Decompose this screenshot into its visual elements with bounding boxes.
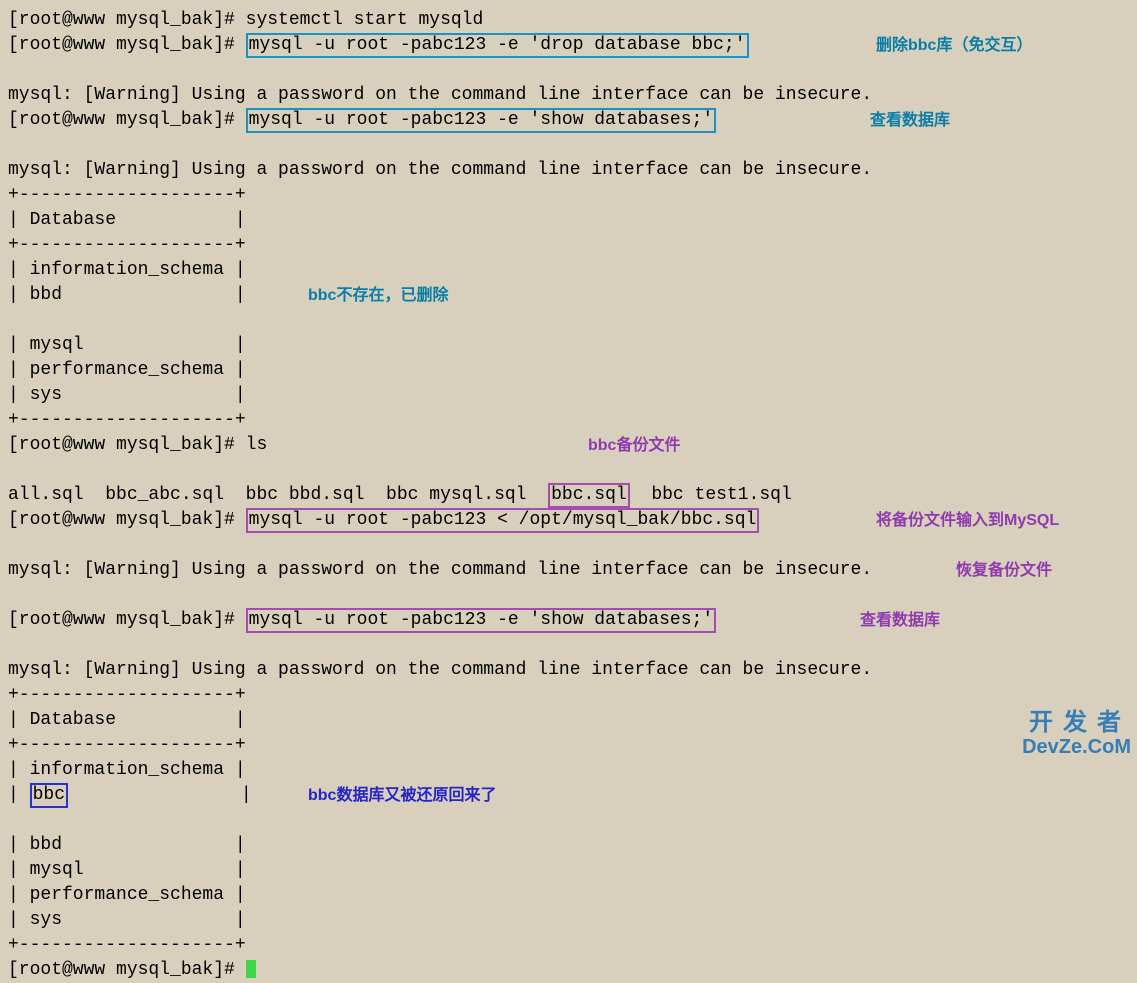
line-1: [root@www mysql_bak]# systemctl start my… — [8, 8, 1129, 33]
ls-output: all.sql bbc_abc.sql bbc bbd.sql bbc mysq… — [8, 483, 1129, 508]
line-4: [root@www mysql_bak]# mysql -u root -pab… — [8, 108, 1129, 158]
db2-row-bbc: | bbc | bbc数据库又被还原回来了 — [8, 783, 1129, 833]
tbl-hdr: | Database | — [8, 208, 1129, 233]
prompt: [root@www mysql_bak]# — [8, 960, 246, 980]
annotation-backup-file: bbc备份文件 — [588, 433, 680, 458]
cmd-show-db2: mysql -u root -pabc123 -e 'show database… — [246, 608, 716, 633]
line-show2: [root@www mysql_bak]# mysql -u root -pab… — [8, 608, 1129, 658]
bbc-sql-file: bbc.sql — [548, 483, 630, 508]
line-3-warning: mysql: [Warning] Using a password on the… — [8, 83, 1129, 108]
db-row-ps: | performance_schema | — [8, 358, 1129, 383]
cmd-drop-db: mysql -u root -pabc123 -e 'drop database… — [246, 33, 749, 58]
line-warn3: mysql: [Warning] Using a password on the… — [8, 658, 1129, 683]
annotation-bbc-restored: bbc数据库又被还原回来了 — [308, 783, 496, 808]
line-restore: [root@www mysql_bak]# mysql -u root -pab… — [8, 508, 1129, 558]
tbl-sep: +--------------------+ — [8, 183, 1129, 208]
cmd-restore: mysql -u root -pabc123 < /opt/mysql_bak/… — [246, 508, 760, 533]
watermark-cn: 开发者 — [1022, 710, 1131, 736]
db-row-is: | information_schema | — [8, 258, 1129, 283]
prompt: [root@www mysql_bak]# — [8, 610, 246, 630]
tbl-sep2: +--------------------+ — [8, 683, 1129, 708]
prompt: [root@www mysql_bak]# — [8, 110, 246, 130]
tbl-sep2: +--------------------+ — [8, 933, 1129, 958]
line-warn2: mysql: [Warning] Using a password on the… — [8, 558, 1129, 608]
prompt: [root@www mysql_bak]# — [8, 510, 246, 530]
prompt: [root@www mysql_bak]# — [8, 435, 246, 455]
db2-row-mysql: | mysql | — [8, 858, 1129, 883]
annotation-bbc-deleted: bbc不存在，已删除 — [308, 283, 448, 308]
warn2-text: mysql: [Warning] Using a password on the… — [8, 560, 872, 580]
db2-row-ps: | performance_schema | — [8, 883, 1129, 908]
ls-out-c: bbc test1.sql — [630, 485, 792, 505]
line-5-warning: mysql: [Warning] Using a password on the… — [8, 158, 1129, 183]
bbc-restored: bbc — [30, 783, 68, 808]
ls-out-a: all.sql bbc_abc.sql bbc bbd.sql bbc mysq… — [8, 485, 548, 505]
line-2: [root@www mysql_bak]# mysql -u root -pab… — [8, 33, 1129, 83]
db2-row-sys: | sys | — [8, 908, 1129, 933]
cmd-show-db: mysql -u root -pabc123 -e 'show database… — [246, 108, 716, 133]
db2-row-bbd: | bbd | — [8, 833, 1129, 858]
db-row-mysql: | mysql | — [8, 333, 1129, 358]
annotation-delete-bbc: 删除bbc库（免交互） — [876, 33, 1032, 58]
tbl-hdr2: | Database | — [8, 708, 1129, 733]
tbl-sep: +--------------------+ — [8, 408, 1129, 433]
tbl-sep2: +--------------------+ — [8, 733, 1129, 758]
watermark: 开发者 DevZe.CoM — [1022, 710, 1131, 758]
cursor-row[interactable]: [root@www mysql_bak]# — [8, 958, 1129, 983]
db-row-sys: | sys | — [8, 383, 1129, 408]
tbl-sep: +--------------------+ — [8, 233, 1129, 258]
db-row-bbd: | bbd | bbc不存在，已删除 — [8, 283, 1129, 333]
cursor[interactable] — [246, 960, 256, 978]
watermark-en: DevZe.CoM — [1022, 736, 1131, 758]
cmd-ls: ls — [246, 435, 268, 455]
annotation-input-to-mysql: 将备份文件输入到MySQL — [876, 508, 1059, 533]
annotation-show-db: 查看数据库 — [870, 108, 950, 133]
annotation-show-db2: 查看数据库 — [860, 608, 940, 633]
db-row-bbd-text: | bbd | — [8, 285, 246, 305]
cmd-systemctl: systemctl start mysqld — [246, 10, 484, 30]
line-ls: [root@www mysql_bak]# ls bbc备份文件 — [8, 433, 1129, 483]
prompt: [root@www mysql_bak]# — [8, 35, 246, 55]
prompt: [root@www mysql_bak]# — [8, 10, 246, 30]
annotation-restore-file: 恢复备份文件 — [956, 558, 1052, 583]
